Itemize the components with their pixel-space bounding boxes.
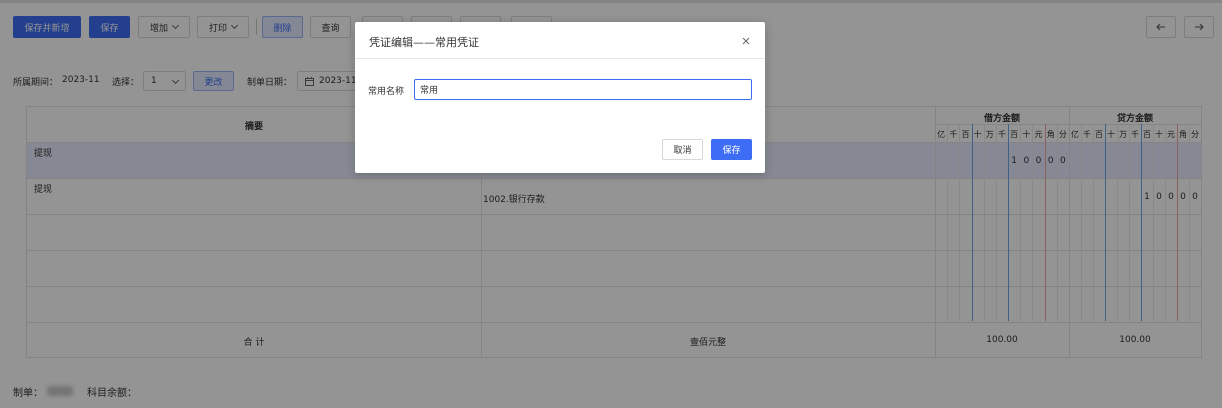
common-name-input[interactable]: [414, 79, 752, 100]
common-voucher-dialog: 凭证编辑——常用凭证 常用名称 取消 保存: [355, 22, 765, 173]
cancel-button[interactable]: 取消: [662, 139, 703, 160]
dialog-save-button[interactable]: 保存: [711, 139, 752, 160]
name-label: 常用名称: [368, 87, 405, 97]
dialog-header-divider: [355, 58, 765, 59]
dialog-title: 凭证编辑——常用凭证: [369, 36, 479, 49]
close-icon[interactable]: [741, 36, 751, 46]
